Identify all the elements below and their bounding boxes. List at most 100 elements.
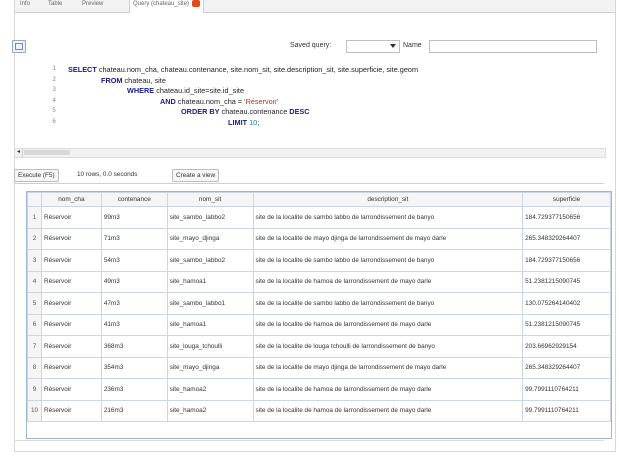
close-tab-icon[interactable] — [192, 0, 201, 7]
execute-button[interactable]: Execute (F5) — [14, 169, 59, 182]
tab-table[interactable]: Table — [45, 0, 65, 11]
description-sit-cell[interactable]: site de la localite de sambo labbo de la… — [252, 292, 524, 315]
nom-cha-cell[interactable]: Réservoir — [40, 227, 102, 250]
superficie-cell[interactable]: 130.075264140402 — [522, 292, 611, 315]
row-number[interactable]: 8 — [27, 356, 42, 379]
superficie-cell[interactable]: 99.7991110764211 — [522, 378, 611, 401]
description-sit-cell[interactable]: site de la localite de sambo labbo de la… — [252, 249, 524, 272]
description-sit-cell[interactable]: site de la localite de hamoa de larrondi… — [252, 378, 524, 401]
contenance-cell[interactable]: 47m3 — [100, 292, 168, 315]
description-sit-cell[interactable]: site de la localite de mayo djinga de la… — [252, 356, 524, 379]
description-sit-cell[interactable]: site de la localite de hamoa de larrondi… — [252, 313, 524, 336]
contenance-cell[interactable]: 236m3 — [100, 378, 168, 401]
row-number[interactable]: 10 — [27, 399, 42, 422]
row-number[interactable]: 7 — [27, 335, 42, 358]
row-number[interactable]: 3 — [27, 249, 42, 272]
nom-cha-cell[interactable]: Réservoir — [40, 313, 102, 336]
contenance-cell[interactable]: 54m3 — [100, 249, 168, 272]
sql-line: LIMIT 10; — [228, 118, 259, 128]
table-row[interactable]: 9 Réservoir 236m3 site_hamoa2 site de la loc… — [27, 378, 611, 401]
nom-sit-cell[interactable]: site_mayo_djinga — [166, 356, 254, 379]
nom-cha-cell[interactable]: Réservoir — [40, 356, 102, 379]
scroll-left-icon[interactable]: ◂ — [15, 149, 23, 157]
nom-cha-cell[interactable]: Réservoir — [40, 378, 102, 401]
row-number[interactable]: 4 — [27, 270, 42, 293]
table-row[interactable]: 3 Réservoir 54m3 site_sambo_labbo2 site de l… — [27, 249, 611, 272]
sql-editor[interactable]: 1 SELECT chateau.nom_cha, chateau.contena… — [14, 65, 604, 155]
table-row[interactable]: 5 Réservoir 47m3 site_sambo_labbo1 site de l… — [27, 292, 611, 315]
row-number[interactable]: 2 — [27, 227, 42, 250]
name-input[interactable] — [429, 40, 597, 53]
row-number[interactable]: 6 — [27, 313, 42, 336]
nom-sit-cell[interactable]: site_hamoa1 — [166, 270, 254, 293]
tab-preview[interactable]: Preview — [79, 0, 106, 11]
description-sit-cell[interactable]: site de la localite de sambo labbo de la… — [252, 206, 524, 229]
table-row[interactable]: 4 Réservoir 49m3 site_hamoa1 site de la loca… — [27, 270, 611, 293]
sql-text: chateau, site — [122, 75, 166, 85]
table-row[interactable]: 6 Réservoir 41m3 site_hamoa1 site de la loca… — [27, 313, 611, 336]
contenance-cell[interactable]: 41m3 — [100, 313, 168, 336]
scrollbar-thumb[interactable] — [24, 150, 70, 155]
table-row[interactable]: 7 Réservoir 368m3 site_louga_tchoulli site d… — [27, 335, 611, 358]
superficie-cell[interactable]: 184.729377150656 — [522, 249, 611, 272]
saved-query-label: Saved query: — [290, 42, 332, 49]
nom-cha-cell[interactable]: Réservoir — [40, 249, 102, 272]
description-sit-cell[interactable]: site de la localite de hamoa de larrondi… — [252, 399, 524, 422]
superficie-cell[interactable]: 51.2381215090745 — [522, 270, 611, 293]
row-number[interactable]: 9 — [27, 378, 42, 401]
nom-sit-cell[interactable]: site_sambo_labbo2 — [166, 206, 254, 229]
create-view-button[interactable]: Create a view — [172, 169, 220, 182]
contenance-cell[interactable]: 368m3 — [100, 335, 168, 358]
tab-query[interactable]: Query (chateau_site) — [129, 0, 205, 13]
column-header-superficie[interactable]: superficie — [522, 192, 611, 207]
contenance-cell[interactable]: 216m3 — [100, 399, 168, 422]
sql-line: SELECT chateau.nom_cha, chateau.contenan… — [68, 65, 418, 75]
column-header-contenance[interactable]: contenance — [100, 192, 168, 207]
superficie-cell[interactable]: 51.2381215090745 — [522, 313, 611, 336]
contenance-cell[interactable]: 99m3 — [100, 206, 168, 229]
row-number[interactable]: 1 — [27, 206, 42, 229]
bottom-divider — [14, 440, 604, 441]
column-header-nom-sit[interactable]: nom_sit — [166, 192, 254, 207]
nom-sit-cell[interactable]: site_hamoa2 — [166, 378, 254, 401]
nom-sit-cell[interactable]: site_sambo_labbo2 — [166, 249, 254, 272]
column-header-description-sit[interactable]: description_sit — [252, 192, 524, 207]
nom-cha-cell[interactable]: Réservoir — [40, 399, 102, 422]
contenance-cell[interactable]: 49m3 — [100, 270, 168, 293]
nom-sit-cell[interactable]: site_hamoa2 — [166, 399, 254, 422]
table-row[interactable]: 8 Réservoir 354m3 site_mayo_djinga site de l… — [27, 356, 611, 379]
nom-sit-cell[interactable]: site_mayo_djinga — [166, 227, 254, 250]
superficie-cell[interactable]: 265.348329264407 — [522, 356, 611, 379]
line-number: 5 — [52, 107, 56, 114]
nom-cha-cell[interactable]: Réservoir — [40, 292, 102, 315]
sql-text: chateau.nom_cha, chateau.contenance, sit… — [96, 65, 419, 74]
superficie-cell[interactable]: 184.729377150656 — [522, 206, 611, 229]
superficie-cell[interactable]: 203.66962929154 — [522, 335, 611, 358]
description-sit-cell[interactable]: site de la localite de mayo djinga de la… — [252, 227, 524, 250]
nom-sit-cell[interactable]: site_hamoa1 — [166, 313, 254, 336]
sql-window-icon[interactable] — [12, 40, 26, 53]
nom-sit-cell[interactable]: site_louga_tchoulli — [166, 335, 254, 358]
tab-info[interactable]: Info — [17, 0, 33, 11]
column-header-nom-cha[interactable]: nom_cha — [40, 192, 102, 207]
table-row[interactable]: 10 Réservoir 216m3 site_hamoa2 site de la lo… — [27, 399, 611, 422]
sql-keyword: WHERE — [127, 86, 155, 95]
saved-query-select[interactable] — [346, 40, 400, 53]
table-row[interactable]: 1 Réservoir 99m3 site_sambo_labbo2 site de l… — [27, 206, 611, 229]
superficie-cell[interactable]: 99.7991110764211 — [522, 399, 611, 422]
nom-cha-cell[interactable]: Réservoir — [40, 206, 102, 229]
row-number[interactable]: 5 — [27, 292, 42, 315]
sql-line: ORDER BY chateau.contenance DESC — [181, 107, 310, 117]
nom-cha-cell[interactable]: Réservoir — [40, 270, 102, 293]
description-sit-cell[interactable]: site de la localite de hamoa de larrondi… — [252, 270, 524, 293]
nom-cha-cell[interactable]: Réservoir — [40, 335, 102, 358]
table-row[interactable]: 2 Réservoir 71m3 site_mayo_djinga site de la… — [27, 227, 611, 250]
description-sit-cell[interactable]: site de la localite de louga tchoulli de… — [252, 335, 524, 358]
superficie-cell[interactable]: 265.348329264407 — [522, 227, 611, 250]
contenance-cell[interactable]: 71m3 — [100, 227, 168, 250]
editor-horizontal-scrollbar[interactable]: ◂ — [14, 148, 606, 158]
tab-bar: Info Table Preview Query (chateau_site) — [15, 0, 615, 13]
results-grid[interactable]: nom_cha contenance nom_sit description_s… — [26, 191, 612, 439]
nom-sit-cell[interactable]: site_sambo_labbo1 — [166, 292, 254, 315]
contenance-cell[interactable]: 354m3 — [100, 356, 168, 379]
